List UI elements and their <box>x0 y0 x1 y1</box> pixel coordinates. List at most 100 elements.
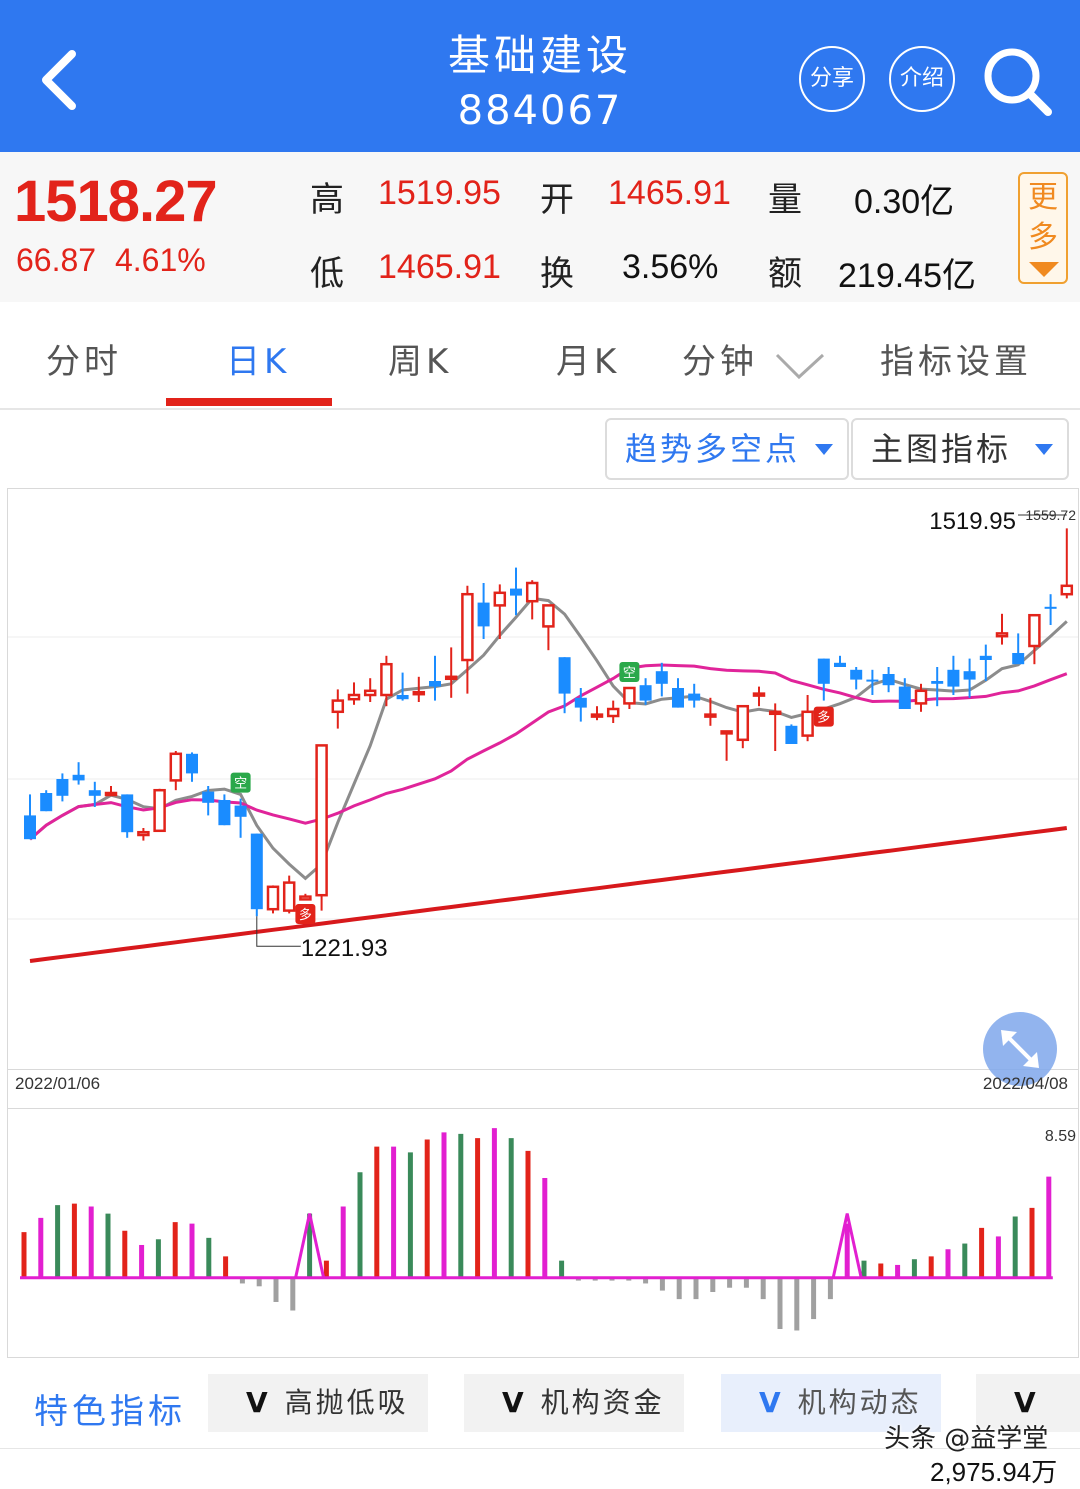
high-value: 1519.95 <box>378 174 501 212</box>
app-header: 基础建设 884067 分享 介绍 <box>0 0 1080 152</box>
chip-high-sell-low-buy[interactable]: V 高抛低吸 <box>208 1374 428 1432</box>
candle-body <box>234 805 247 817</box>
amount-value: 219.45亿 <box>838 257 976 295</box>
intro-button[interactable]: 介绍 <box>889 46 955 112</box>
candle-body <box>882 674 895 686</box>
main-indicator-dropdown[interactable]: 主图指标 <box>851 418 1069 480</box>
candle-body <box>202 791 215 803</box>
chip-label: 高抛低吸 <box>284 1386 409 1419</box>
candle-body <box>688 693 701 701</box>
low-label: 低 <box>310 254 344 294</box>
chip-label: 机构动态 <box>797 1386 922 1419</box>
amount-label: 额 <box>768 254 802 294</box>
more-label-2: 多 <box>1028 220 1058 255</box>
signal-badge-label: 多 <box>817 710 830 725</box>
indicator-chart[interactable]: 8.59 <box>8 1109 1078 1357</box>
candle-body <box>24 815 36 840</box>
candle-body <box>493 591 507 607</box>
chevron-down-icon <box>775 353 824 379</box>
signal-badge-label: 多 <box>299 907 312 922</box>
candle-body <box>315 744 328 897</box>
date-end: 2022/04/08 <box>982 1074 1068 1093</box>
candle-body <box>121 794 134 833</box>
candle-body <box>866 679 879 682</box>
candle-body <box>817 658 830 684</box>
candle-body <box>1060 584 1074 596</box>
candle-body <box>850 669 863 680</box>
kline-chart-panel[interactable]: 空多空多 1519.95 1559.72 1221.93 <box>7 488 1079 1086</box>
chip-institution-funds[interactable]: V 机构资金 <box>464 1374 684 1432</box>
share-button[interactable]: 分享 <box>799 46 865 112</box>
candle-body <box>218 800 231 826</box>
candle-body <box>1044 606 1057 609</box>
trend-dropdown-label: 趋势多空点 <box>625 430 801 468</box>
candle-body <box>768 710 782 716</box>
dropdown-arrow-icon <box>815 444 833 455</box>
period-tabs: 分时 日K 周K 月K 分钟 指标设置 <box>0 302 1080 410</box>
candle-body <box>510 588 522 596</box>
candle-body <box>623 686 636 705</box>
candle-body <box>282 881 296 912</box>
chip-v-icon: V <box>246 1386 271 1419</box>
chip-v-icon: V <box>502 1386 527 1419</box>
last-price: 1518.27 <box>14 169 218 234</box>
candle-body <box>347 693 361 701</box>
trend-dropdown[interactable]: 趋势多空点 <box>605 418 849 480</box>
tab-minute[interactable]: 分钟 <box>682 334 827 383</box>
search-button[interactable] <box>980 44 1054 118</box>
candle-body <box>363 689 377 697</box>
caret-down-icon <box>1029 262 1059 277</box>
candle-body <box>137 830 150 837</box>
candle-body <box>153 788 166 833</box>
partial-value-unit: 万 <box>1031 1457 1058 1487</box>
candle-body <box>963 671 976 680</box>
indicator-chart-panel[interactable]: 8.59 <box>7 1108 1079 1358</box>
candle-body <box>331 699 345 714</box>
candle-body <box>752 692 766 697</box>
candle-body <box>186 753 198 774</box>
candle-body <box>704 713 717 718</box>
candle-body <box>574 697 587 708</box>
tab-indicator-settings[interactable]: 指标设置 <box>880 334 1032 383</box>
change-value: 66.87 <box>16 242 97 278</box>
candle-body <box>380 662 393 697</box>
candle-body <box>412 690 426 696</box>
candle-body <box>606 707 620 718</box>
candle-body <box>88 790 101 796</box>
ma-long-line <box>29 826 1068 963</box>
kline-chart[interactable]: 空多空多1519.95 1559.721221.93 <box>8 489 1078 1069</box>
tab-monthly-k[interactable]: 月K <box>556 334 620 383</box>
candle-body <box>542 604 555 628</box>
candle-body <box>299 895 312 901</box>
watermark: 头条 @益学堂 <box>884 1424 1049 1454</box>
candle-body <box>1028 613 1041 648</box>
tab-daily-k[interactable]: 日K <box>226 334 290 383</box>
candle-body <box>672 688 684 708</box>
candle-body <box>558 657 571 694</box>
candle-body <box>396 695 409 700</box>
candle-body <box>834 662 846 667</box>
candle-body <box>801 710 814 737</box>
more-button[interactable]: 更 多 <box>1018 172 1068 284</box>
tab-minute-label: 分钟 <box>682 342 758 382</box>
candle-body <box>250 833 263 910</box>
tab-intraday[interactable]: 分时 <box>46 334 122 383</box>
partial-value: 2,975.94万 <box>930 1452 1057 1489</box>
high-price-label: 1519.95 <box>929 508 1016 535</box>
candle-body <box>72 774 85 781</box>
candle-body <box>914 689 928 705</box>
tab-weekly-k[interactable]: 周K <box>388 334 452 383</box>
low-price-label: 1221.93 <box>301 935 388 962</box>
active-tab-indicator <box>166 398 332 406</box>
candle-body <box>947 669 960 687</box>
change-percent: 4.61% <box>114 242 206 278</box>
candle-body <box>477 602 490 627</box>
candle-body <box>104 791 118 797</box>
candle-body <box>720 730 733 735</box>
main-indicator-label: 主图指标 <box>871 430 1012 468</box>
candle-body <box>590 713 604 718</box>
candle-body <box>785 725 798 744</box>
candle-body <box>40 793 53 812</box>
candle-body <box>169 752 183 782</box>
dropdown-arrow-icon <box>1035 444 1053 455</box>
